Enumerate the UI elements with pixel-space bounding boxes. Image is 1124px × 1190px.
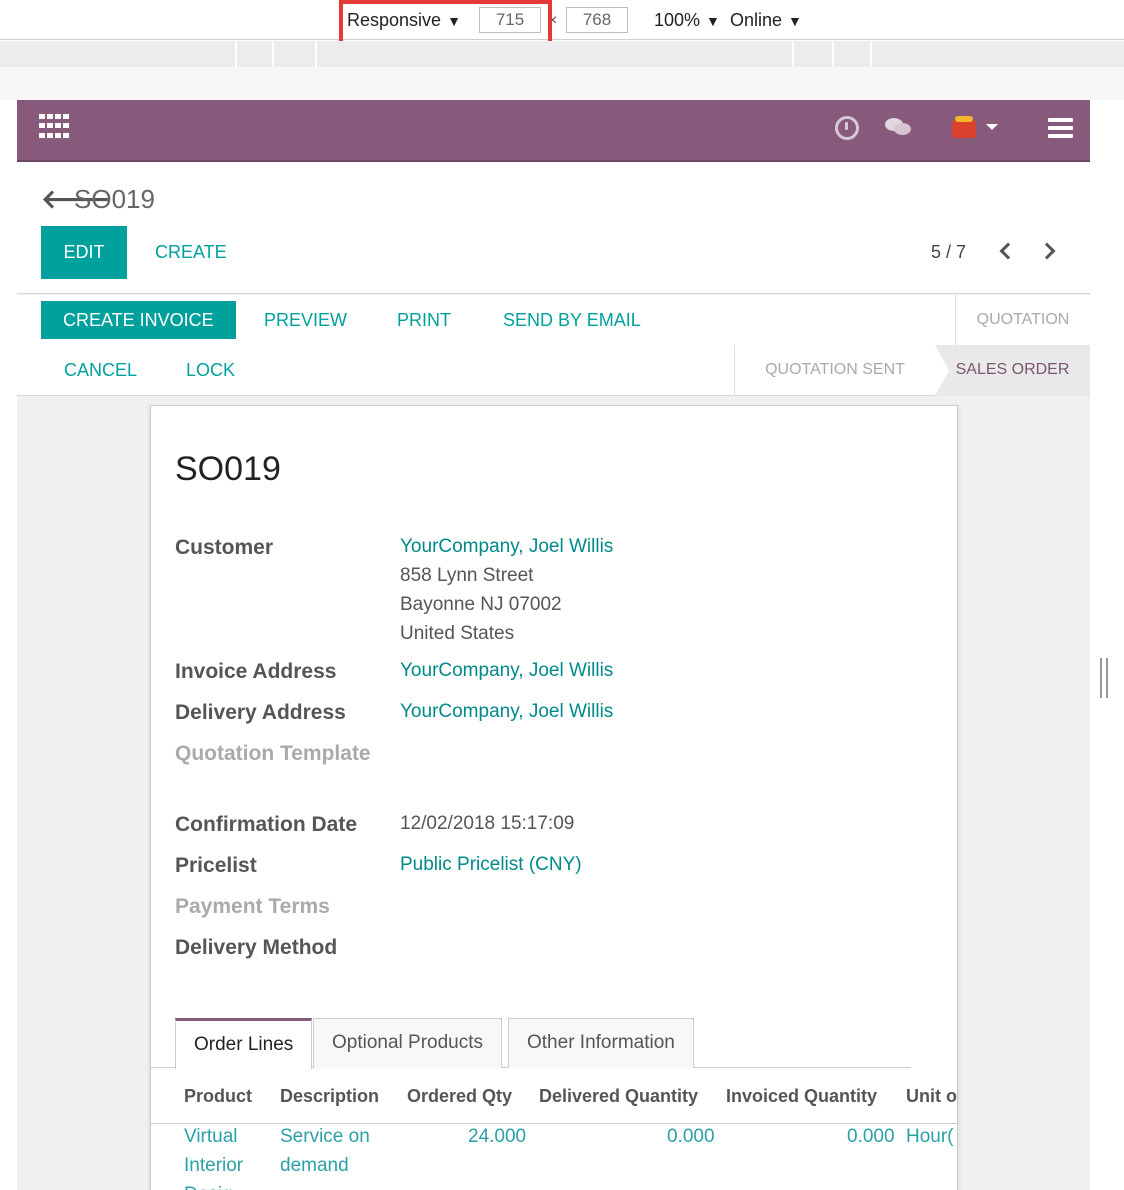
tab-other-information[interactable]: Other Information [508, 1018, 694, 1068]
delivery-address-label: Delivery Address [175, 701, 346, 724]
notebook-tabs: Order Lines Optional Products Other Info… [151, 1018, 911, 1069]
hamburger-menu-icon[interactable] [1048, 118, 1073, 138]
form-sheet: SO019 Customer YourCompany, Joel Willis … [150, 405, 959, 1190]
top-navbar [17, 100, 1090, 162]
chevron-right-icon[interactable] [1038, 242, 1056, 260]
customer-address-line: Bayonne NJ 07002 [400, 594, 562, 615]
row-description: Service on [280, 1126, 370, 1147]
delivery-address-link[interactable]: YourCompany, Joel Willis [400, 701, 613, 723]
company-logo-icon[interactable] [952, 116, 976, 138]
stage-quotation-sent[interactable]: QUOTATION SENT [735, 345, 935, 396]
column-header-product[interactable]: Product [184, 1086, 252, 1107]
row-ordered-qty: 24.000 [468, 1126, 527, 1147]
viewport-gutter [0, 67, 1124, 100]
confirmation-date-label: Confirmation Date [175, 813, 358, 836]
preview-button[interactable]: PREVIEW [264, 301, 347, 339]
form-sheet-background: SO019 Customer YourCompany, Joel Willis … [17, 397, 1090, 1190]
stage-sales-order[interactable]: SALES ORDER [935, 345, 1090, 396]
devtools-toolbar: Responsive ▼ 715 × 768 100% ▼ Online ▼ [0, 0, 1124, 40]
control-panel: 🡐 SO019 EDIT CREATE 5 / 7 [17, 162, 1090, 294]
highlight-annotation [339, 0, 552, 47]
network-select[interactable]: Online ▼ [730, 10, 802, 31]
send-by-email-button[interactable]: SEND BY EMAIL [503, 301, 641, 339]
chat-icon[interactable] [885, 116, 913, 138]
edit-button[interactable]: EDIT [41, 226, 127, 279]
invoice-address-label: Invoice Address [175, 660, 337, 683]
stage-quotation[interactable]: QUOTATION [956, 295, 1090, 345]
row-product[interactable]: Virtual [184, 1122, 238, 1151]
tab-optional-products[interactable]: Optional Products [313, 1018, 503, 1068]
quotation-template-label: Quotation Template [175, 742, 371, 765]
column-header-delivered-qty[interactable]: Delivered Quantity [539, 1086, 698, 1107]
order-lines-table-header: Product Description Ordered Qty Delivere… [151, 1068, 959, 1124]
activity-clock-icon[interactable] [835, 116, 859, 140]
print-button[interactable]: PRINT [397, 301, 451, 339]
customer-link[interactable]: YourCompany, Joel Willis [400, 536, 613, 558]
order-title: SO019 [175, 450, 281, 488]
row-description: demand [280, 1155, 349, 1176]
customer-address-line: 858 Lynn Street [400, 565, 534, 586]
network-label: Online [730, 10, 783, 30]
zoom-label: 100% [654, 10, 701, 30]
row-unit: Hour( [906, 1126, 954, 1147]
customer-address-line: United States [400, 623, 515, 644]
confirmation-date-value: 12/02/2018 15:17:09 [400, 813, 575, 834]
delivery-method-label: Delivery Method [175, 936, 338, 959]
lock-button[interactable]: LOCK [186, 351, 235, 389]
dropdown-caret-icon: ▼ [706, 13, 720, 29]
dropdown-caret-icon: ▼ [788, 13, 802, 29]
pricelist-link[interactable]: Public Pricelist (CNY) [400, 854, 582, 876]
customer-label: Customer [175, 536, 274, 559]
column-header-unit[interactable]: Unit o [906, 1086, 957, 1107]
chevron-left-icon[interactable] [999, 242, 1017, 260]
column-header-invoiced-qty[interactable]: Invoiced Quantity [726, 1086, 877, 1107]
breadcrumb: SO019 [74, 184, 155, 214]
media-query-ruler [0, 41, 1124, 67]
pager-value: 5 / 7 [931, 242, 967, 262]
viewport-height-input[interactable]: 768 [566, 7, 628, 33]
column-header-ordered-qty[interactable]: Ordered Qty [407, 1086, 512, 1107]
row-product[interactable]: Interior [184, 1151, 243, 1180]
row-invoiced-qty: 0.000 [847, 1126, 895, 1147]
pricelist-label: Pricelist [175, 854, 257, 877]
column-header-description[interactable]: Description [280, 1086, 379, 1107]
cancel-button[interactable]: CANCEL [64, 351, 137, 389]
create-invoice-button[interactable]: CREATE INVOICE [41, 301, 236, 339]
zoom-select[interactable]: 100% ▼ [654, 10, 720, 31]
row-product[interactable]: Desig [184, 1180, 233, 1190]
row-delivered-qty: 0.000 [667, 1126, 715, 1147]
create-button[interactable]: CREATE [155, 226, 227, 279]
tab-order-lines[interactable]: Order Lines [175, 1018, 313, 1069]
apps-menu-icon[interactable] [39, 114, 69, 140]
resize-handle[interactable] [1100, 658, 1108, 698]
form-statusbar: CREATE INVOICE PREVIEW PRINT SEND BY EMA… [17, 295, 1090, 396]
emulated-viewport: 🡐 SO019 EDIT CREATE 5 / 7 CREATE INVOICE… [17, 100, 1090, 1190]
payment-terms-label: Payment Terms [175, 895, 330, 918]
invoice-address-link[interactable]: YourCompany, Joel Willis [400, 660, 613, 682]
company-caret-icon[interactable] [986, 124, 998, 130]
